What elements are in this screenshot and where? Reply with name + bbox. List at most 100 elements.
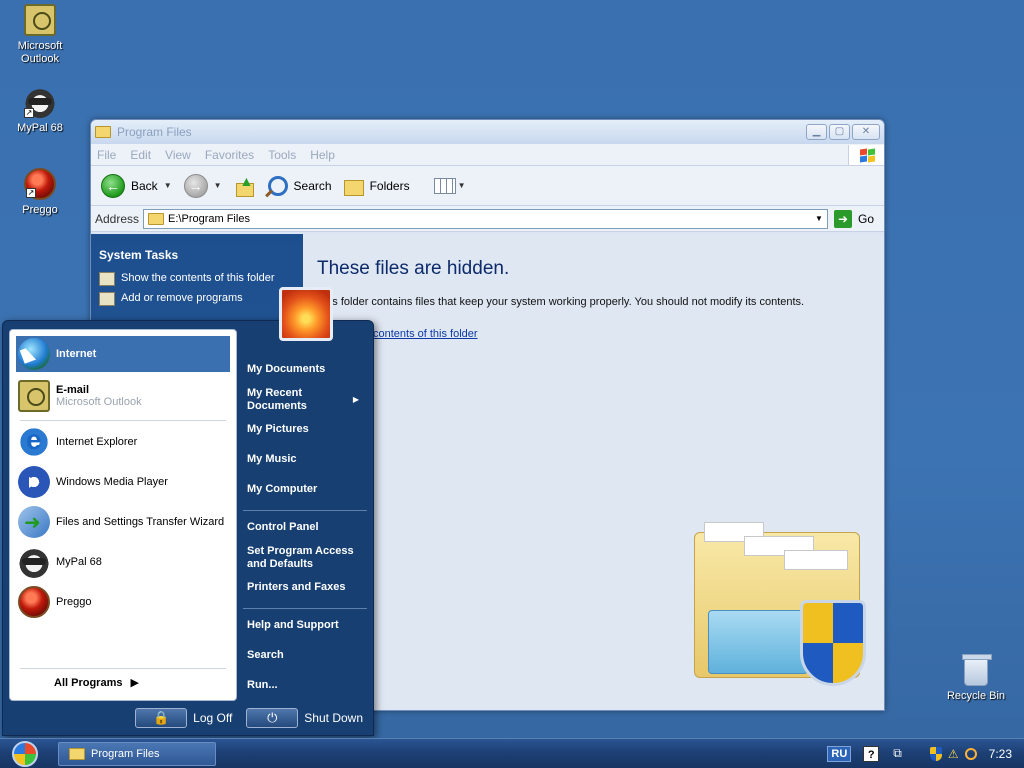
address-label: Address [95,211,140,226]
language-indicator[interactable]: RU [827,745,852,762]
place-run[interactable]: Run... [241,679,369,692]
recent-windows-media-player[interactable]: Windows Media Player [16,464,230,500]
folder-icon [148,212,165,225]
pinned-label: Internet [56,348,97,360]
menu-tools[interactable]: Tools [268,148,296,162]
desktop-icon-outlook[interactable]: Microsoft Outlook [0,4,80,66]
task-add-remove-programs[interactable]: Add or remove programs [99,292,295,306]
system-tasks-heading[interactable]: System Tasks [99,248,295,262]
start-menu-programs: Internet E-mail Microsoft Outlook Intern… [9,329,237,701]
recent-transfer-wizard[interactable]: Files and Settings Transfer Wizard [16,504,230,540]
program-label: Internet Explorer [56,436,138,448]
logoff-label[interactable]: Log Off [193,711,232,725]
logoff-button[interactable]: 🔒 [135,708,188,728]
folder-icon [69,747,85,760]
chevron-down-icon[interactable]: ▼ [214,181,222,190]
go-arrow-icon: ➜ [833,209,852,228]
desktop-icon-mypal[interactable]: ↗ MyPal 68 [0,86,80,135]
menu-favorites[interactable]: Favorites [205,148,254,162]
minimize-button[interactable]: ▁ [806,124,827,140]
search-icon[interactable] [964,747,977,760]
shutdown-button[interactable]: ⏻ [246,708,299,728]
windows-flag-icon [848,144,884,165]
chevron-right-icon: ▶ [130,677,139,689]
recent-preggo[interactable]: Preggo [16,584,230,620]
clock[interactable]: 7:23 [989,747,1012,761]
place-set-program-access[interactable]: Set Program Access and Defaults [241,545,357,571]
menu-file[interactable]: File [97,148,116,162]
forward-button[interactable]: → ▼ [183,173,222,198]
title-bar[interactable]: Program Files ▁ ▢ ✕ [91,120,884,144]
folder-icon [95,126,111,138]
restore-windows-icon[interactable]: ⧉ [893,746,902,761]
place-my-pictures[interactable]: My Pictures [241,423,369,436]
folders-button[interactable]: Folders [343,178,410,196]
folders-icon [343,178,364,196]
start-button[interactable] [8,739,42,768]
chevron-down-icon[interactable]: ▼ [164,181,172,190]
views-button[interactable]: ▼ [433,177,466,194]
search-icon [267,175,288,196]
program-label: Windows Media Player [56,476,168,488]
desktop-icon-label: Preggo [22,204,58,216]
outlook-icon [18,380,50,412]
warning-icon[interactable]: ⚠ [948,747,959,761]
divider [243,608,367,609]
recent-internet-explorer[interactable]: Internet Explorer [16,424,230,460]
lock-icon: 🔒 [153,710,170,725]
task-label: Add or remove programs [121,292,243,304]
folders-label: Folders [369,178,410,193]
help-icon[interactable]: ? [863,745,880,762]
address-input[interactable]: E:\Program Files ▼ [143,208,828,229]
task-show-contents[interactable]: Show the contents of this folder [99,272,295,286]
desktop-icon-recycle-bin[interactable]: Recycle Bin [940,654,1012,702]
all-programs-button[interactable]: All Programs ▶ [54,676,139,690]
user-picture[interactable] [279,287,333,341]
pinned-label: E-mail [56,384,90,396]
program-label: MyPal 68 [56,556,102,568]
place-my-documents[interactable]: My Documents [241,363,369,376]
place-help-support[interactable]: Help and Support [241,619,369,632]
divider [20,668,226,669]
desktop-icon-label: MyPal 68 [17,122,63,134]
go-button[interactable]: ➜ Go [833,209,880,228]
taskbar-item-label: Program Files [91,747,160,760]
preggo-icon: ↗ [24,168,56,200]
go-label: Go [857,211,874,226]
shutdown-label[interactable]: Shut Down [304,711,363,725]
add-remove-icon [99,292,115,306]
window-title: Program Files [117,125,192,139]
start-menu: Internet E-mail Microsoft Outlook Intern… [2,287,374,736]
security-shield-icon[interactable] [929,746,942,761]
pinned-email[interactable]: E-mail Microsoft Outlook [16,378,230,414]
task-label: Show the contents of this folder [121,272,275,284]
wmp-icon [18,466,50,498]
taskbar-item-program-files[interactable]: Program Files [58,741,216,766]
place-search[interactable]: Search [241,649,369,662]
search-button[interactable]: Search [267,175,332,196]
views-icon [433,177,456,194]
place-printers-faxes[interactable]: Printers and Faxes [241,581,369,594]
show-contents-link[interactable]: contents of this folder [317,328,870,340]
back-button[interactable]: ← Back ▼ [101,173,172,198]
recent-mypal[interactable]: MyPal 68 [16,544,230,580]
place-my-computer[interactable]: My Computer [241,483,369,496]
wizard-icon [18,506,50,538]
place-control-panel[interactable]: Control Panel [241,521,369,534]
main-pane: These files are hidden. This folder cont… [303,234,884,710]
place-my-recent-documents[interactable]: My Recent Documents ▶ [241,387,363,413]
pinned-internet[interactable]: Internet [16,336,230,372]
outlook-icon [24,4,56,36]
menu-view[interactable]: View [165,148,191,162]
menu-edit[interactable]: Edit [130,148,151,162]
desktop-icon-preggo[interactable]: ↗ Preggo [0,168,80,217]
place-my-music[interactable]: My Music [241,453,369,466]
up-button[interactable] [234,173,256,197]
program-label: Files and Settings Transfer Wizard [56,516,225,528]
ie-icon [18,424,50,458]
close-button[interactable]: ✕ [852,124,880,140]
menu-help[interactable]: Help [310,148,335,162]
protected-folder-icon [694,516,870,692]
maximize-button[interactable]: ▢ [829,124,850,140]
address-dropdown[interactable]: ▼ [811,210,827,228]
